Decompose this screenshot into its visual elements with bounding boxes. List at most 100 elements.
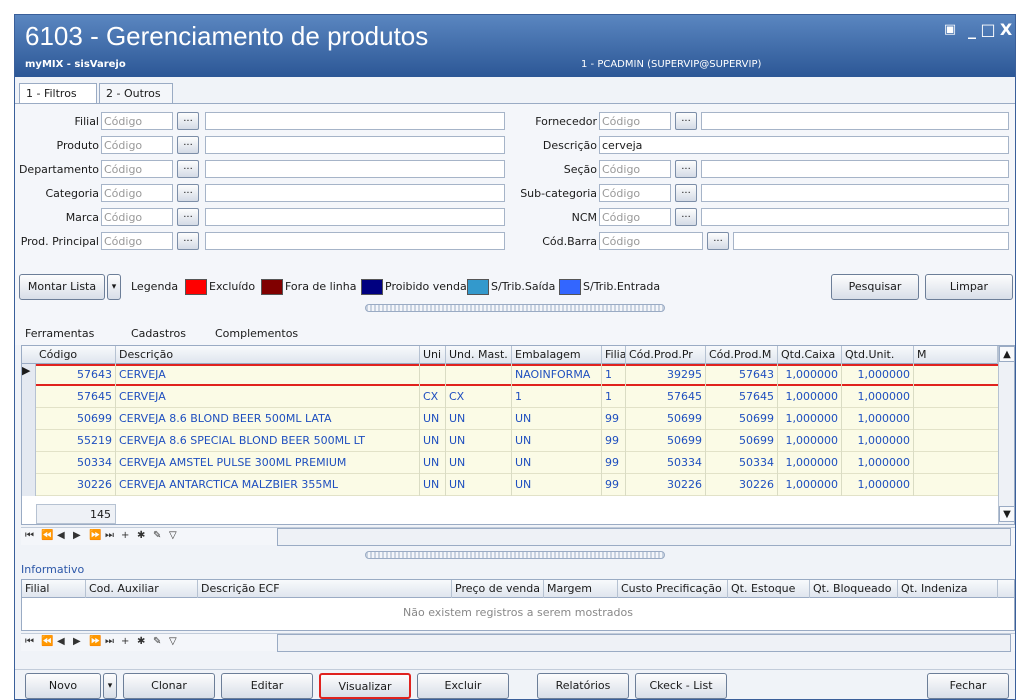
column-header[interactable]: Cód.Prod.Pr	[626, 346, 706, 364]
info-column-header[interactable]: Cod. Auxiliar	[86, 580, 198, 598]
column-header[interactable]: Qtd.Caixa	[778, 346, 842, 364]
montar-lista-dropdown-icon[interactable]: ▾	[107, 274, 121, 300]
info-column-header[interactable]: Filial	[22, 580, 86, 598]
filter-code-input[interactable]: Código	[599, 184, 671, 202]
clonar-button[interactable]: Clonar	[123, 673, 215, 699]
browse-button[interactable]: ...	[177, 136, 199, 154]
info-column-header[interactable]: Qt. Indeniza	[898, 580, 998, 598]
filter-code-input[interactable]: Código	[599, 112, 671, 130]
excluir-button[interactable]: Excluir	[417, 673, 509, 699]
tab-filtros[interactable]: 1 - Filtros	[19, 83, 97, 103]
browse-button[interactable]: ...	[177, 160, 199, 178]
filter-description-field[interactable]	[701, 160, 1009, 178]
browse-button[interactable]: ...	[675, 184, 697, 202]
browse-button[interactable]: ...	[177, 184, 199, 202]
scroll-down-icon[interactable]: ▼	[999, 506, 1014, 522]
menu-complementos[interactable]: Complementos	[215, 327, 298, 340]
table-row[interactable]: ▶ 57643 CERVEJA NAOINFORMA 1 39295 57643 1,0000…	[22, 364, 1014, 386]
info-column-header[interactable]: Custo Precificação	[618, 580, 728, 598]
navigator-icon[interactable]: ▶	[73, 530, 81, 541]
filter-description-field[interactable]	[733, 232, 1009, 250]
novo-dropdown-icon[interactable]: ▾	[103, 673, 117, 699]
column-header[interactable]: Embalagem	[512, 346, 602, 364]
browse-button[interactable]: ...	[675, 160, 697, 178]
row-indicator[interactable]	[22, 452, 36, 474]
editar-button[interactable]: Editar	[221, 673, 313, 699]
descricao-input[interactable]: cerveja	[599, 136, 1009, 154]
navigator-icon[interactable]: ▶	[73, 636, 81, 647]
column-header[interactable]: Filial	[602, 346, 626, 364]
navigator-icon[interactable]: ⏪	[41, 636, 53, 647]
navigator-icon[interactable]: ⏩	[89, 530, 101, 541]
filter-description-field[interactable]	[205, 136, 505, 154]
column-header[interactable]: M	[914, 346, 998, 364]
table-row[interactable]: 55219 CERVEJA 8.6 SPECIAL BLOND BEER 500M…	[22, 430, 1014, 452]
splitter-top[interactable]	[365, 304, 665, 312]
navigator-icon[interactable]: ▽	[169, 530, 177, 541]
montar-lista-button[interactable]: Montar Lista	[19, 274, 105, 300]
checklist-button[interactable]: Ckeck - List	[635, 673, 727, 699]
row-indicator[interactable]	[22, 408, 36, 430]
fechar-button[interactable]: Fechar	[927, 673, 1009, 699]
filter-description-field[interactable]	[205, 112, 505, 130]
column-header[interactable]: Código	[36, 346, 116, 364]
restore-icon[interactable]: ▣	[941, 21, 959, 39]
info-column-header[interactable]: Qt. Bloqueado	[810, 580, 898, 598]
browse-button[interactable]: ...	[177, 232, 199, 250]
filter-code-input[interactable]: Código	[101, 136, 173, 154]
filter-code-input[interactable]: Código	[101, 112, 173, 130]
row-indicator[interactable]	[22, 430, 36, 452]
info-column-header[interactable]: Qt. Estoque	[728, 580, 810, 598]
filter-code-input[interactable]: Código	[101, 208, 173, 226]
navigator-icon[interactable]: ✱	[137, 530, 145, 541]
navigator-icon[interactable]: +	[121, 636, 129, 647]
navigator-icon[interactable]: ⏪	[41, 530, 53, 541]
navigator-icon[interactable]: ✎	[153, 530, 161, 541]
filter-code-input[interactable]: Código	[101, 184, 173, 202]
info-column-header[interactable]: Preço de venda	[452, 580, 544, 598]
navigator-icon[interactable]: ✱	[137, 636, 145, 647]
info-column-header[interactable]: Margem	[544, 580, 618, 598]
navigator-icon[interactable]: ▽	[169, 636, 177, 647]
browse-button[interactable]: ...	[707, 232, 729, 250]
close-button[interactable]: X	[997, 21, 1015, 39]
tab-outros[interactable]: 2 - Outros	[99, 83, 173, 103]
column-header[interactable]: Qtd.Unit.	[842, 346, 914, 364]
pesquisar-button[interactable]: Pesquisar	[831, 274, 919, 300]
navigator-icon[interactable]: ⏮	[25, 636, 34, 647]
column-header[interactable]: Und. Mast.	[446, 346, 512, 364]
splitter-bottom[interactable]	[365, 551, 665, 559]
info-column-header[interactable]: Descrição ECF	[198, 580, 452, 598]
filter-description-field[interactable]	[205, 232, 505, 250]
filter-description-field[interactable]	[701, 208, 1009, 226]
navigator-icon[interactable]: ✎	[153, 636, 161, 647]
filter-description-field[interactable]	[205, 184, 505, 202]
filter-description-field[interactable]	[205, 160, 505, 178]
title-bar[interactable]: 6103 - Gerenciamento de produtos myMIX -…	[15, 15, 1015, 77]
maximize-button[interactable]: □	[979, 21, 997, 39]
grid-horizontal-scrollbar[interactable]	[277, 528, 1011, 546]
navigator-icon[interactable]: ⏭	[105, 636, 114, 647]
relatorios-button[interactable]: Relatórios	[537, 673, 629, 699]
visualizar-button[interactable]: Visualizar	[319, 673, 411, 699]
navigator-icon[interactable]: ⏩	[89, 636, 101, 647]
navigator-icon[interactable]: ◀	[57, 530, 65, 541]
browse-button[interactable]: ...	[177, 208, 199, 226]
scroll-up-icon[interactable]: ▲	[999, 346, 1014, 362]
filter-description-field[interactable]	[205, 208, 505, 226]
info-horizontal-scrollbar[interactable]	[277, 634, 1011, 652]
navigator-icon[interactable]: +	[121, 530, 129, 541]
filter-code-input[interactable]: Código	[599, 160, 671, 178]
table-row[interactable]: 57645 CERVEJA CX CX 1 1 57645 57645 1,000000 1,00…	[22, 386, 1014, 408]
table-row[interactable]: 50334 CERVEJA AMSTEL PULSE 300ML PREMIUM U…	[22, 452, 1014, 474]
filter-code-input[interactable]: Código	[101, 160, 173, 178]
row-indicator[interactable]: ▶	[22, 364, 36, 386]
table-row[interactable]: 30226 CERVEJA ANTARCTICA MALZBIER 355ML UN…	[22, 474, 1014, 496]
row-indicator[interactable]	[22, 474, 36, 496]
novo-button[interactable]: Novo	[25, 673, 101, 699]
navigator-icon[interactable]: ⏭	[105, 530, 114, 541]
navigator-icon[interactable]: ⏮	[25, 530, 34, 541]
browse-button[interactable]: ...	[675, 208, 697, 226]
filter-description-field[interactable]	[701, 112, 1009, 130]
column-header[interactable]: Descrição	[116, 346, 420, 364]
